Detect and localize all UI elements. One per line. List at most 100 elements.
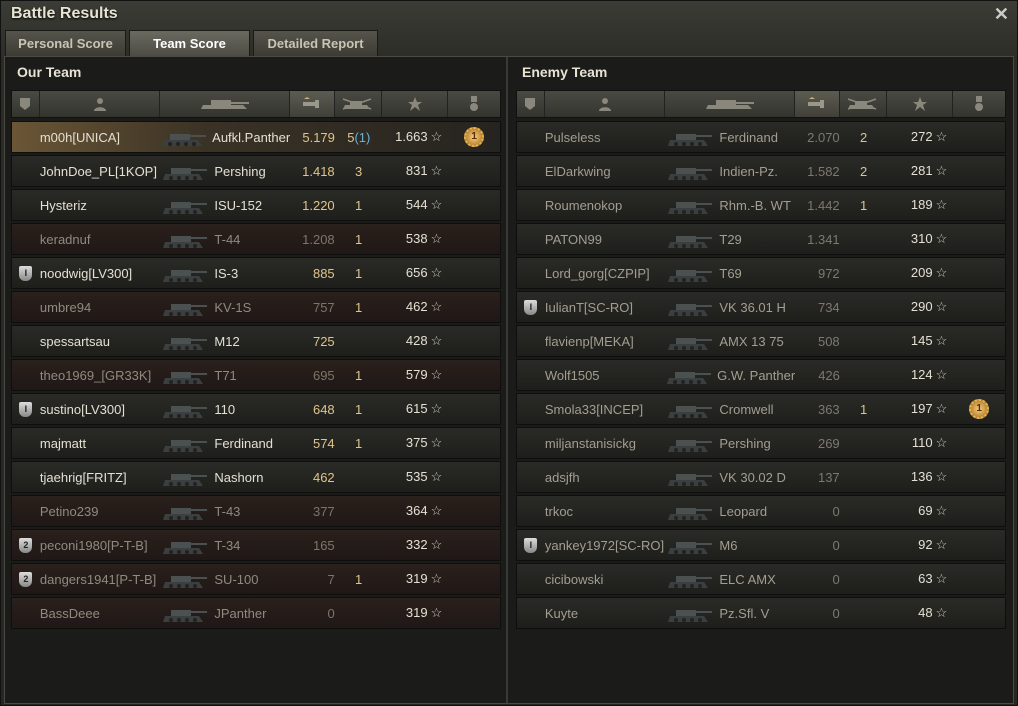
- damage-column-icon[interactable]: [794, 91, 840, 117]
- vehicle-cell: T69: [665, 259, 794, 287]
- table-row[interactable]: Lord_gorg[CZPIP] T69 972 209 ☆: [516, 257, 1006, 289]
- player-name[interactable]: IulianT[SC-RO]: [545, 300, 666, 315]
- table-row[interactable]: JohnDoe_PL[1KOP] Pershing 1.418 3 831 ☆: [11, 155, 501, 187]
- table-row[interactable]: I IulianT[SC-RO] VK 36.01 H 734 290 ☆: [516, 291, 1006, 323]
- player-column-icon[interactable]: [40, 91, 161, 117]
- xp-column-icon[interactable]: [887, 91, 954, 117]
- medal-column-icon[interactable]: [448, 91, 500, 117]
- medal-icon[interactable]: 1: [464, 127, 485, 147]
- class-badge-icon: I: [517, 299, 545, 315]
- player-name[interactable]: noodwig[LV300]: [40, 266, 161, 281]
- player-column-icon[interactable]: [545, 91, 666, 117]
- player-name[interactable]: PATON99: [545, 232, 666, 247]
- table-row[interactable]: adsjfh VK 30.02 D 137 136 ☆: [516, 461, 1006, 493]
- damage-value: 426: [818, 367, 840, 383]
- player-name[interactable]: sustino[LV300]: [40, 402, 161, 417]
- table-row[interactable]: Pulseless Ferdinand 2.070 2 272 ☆: [516, 121, 1006, 153]
- player-name[interactable]: tjaehrig[FRITZ]: [40, 470, 161, 485]
- table-row[interactable]: Hysteriz ISU-152 1.220 1 544 ☆: [11, 189, 501, 221]
- close-icon[interactable]: ✕: [994, 4, 1009, 25]
- kills-value: 1: [354, 571, 363, 587]
- table-row[interactable]: umbre94 KV-1S 757 1 462 ☆: [11, 291, 501, 323]
- table-row[interactable]: 2 dangers1941[P-T-B] SU-100 7 1 319 ☆: [11, 563, 501, 595]
- damage-value: 508: [817, 333, 840, 349]
- table-row[interactable]: Smola33[INCEP] Cromwell 363 1 197 ☆ 1: [516, 393, 1006, 425]
- player-name[interactable]: majmatt: [40, 436, 161, 451]
- damage-value: 5.179: [302, 129, 335, 145]
- star-icon: ☆: [430, 537, 443, 552]
- player-name[interactable]: Petino239: [40, 504, 161, 519]
- player-name[interactable]: m00h[UNICA]: [40, 130, 160, 145]
- star-icon: ☆: [935, 129, 948, 144]
- table-row[interactable]: Roumenokop Rhm.-B. WT 1.442 1 189 ☆: [516, 189, 1006, 221]
- table-row[interactable]: theo1969_[GR33K] T71 695 1 579 ☆: [11, 359, 501, 391]
- player-name[interactable]: peconi1980[P-T-B]: [40, 538, 161, 553]
- vehicle-column-icon[interactable]: [160, 91, 290, 117]
- player-name[interactable]: cicibowski: [545, 572, 666, 587]
- medal-column-icon[interactable]: [953, 91, 1005, 117]
- class-badge-icon: I: [517, 537, 545, 553]
- vehicle-name: Pershing: [719, 435, 771, 451]
- player-name[interactable]: Roumenokop: [545, 198, 666, 213]
- table-row[interactable]: Kuyte Pz.Sfl. V 0 48 ☆: [516, 597, 1006, 629]
- damage-column-icon[interactable]: [289, 91, 335, 117]
- xp-column-icon[interactable]: [382, 91, 449, 117]
- player-name[interactable]: Kuyte: [545, 606, 666, 621]
- table-row[interactable]: Inoodwig[LV300] IS-3 885 1 656 ☆: [11, 257, 501, 289]
- player-name[interactable]: Hysteriz: [40, 198, 161, 213]
- tank-icon: [160, 123, 208, 151]
- damage-value: 574: [312, 435, 335, 451]
- table-row[interactable]: tjaehrig[FRITZ] Nashorn 462 535 ☆: [11, 461, 501, 493]
- player-name[interactable]: trkoc: [545, 504, 666, 519]
- tank-icon: [665, 123, 715, 151]
- player-name[interactable]: theo1969_[GR33K]: [40, 368, 161, 383]
- player-name[interactable]: Smola33[INCEP]: [545, 402, 666, 417]
- table-row[interactable]: miljanstanisickg Pershing 269 110 ☆: [516, 427, 1006, 459]
- table-row[interactable]: majmatt Ferdinand 574 1 375 ☆: [11, 427, 501, 459]
- player-name[interactable]: Wolf1505: [545, 368, 665, 383]
- star-icon: ☆: [935, 299, 948, 314]
- tab-detailed-report[interactable]: Detailed Report: [253, 30, 378, 56]
- table-row[interactable]: PATON99 T29 1.341 310 ☆: [516, 223, 1006, 255]
- damage-value: 1.418: [302, 163, 335, 179]
- medal-icon[interactable]: 1: [969, 399, 990, 419]
- player-name[interactable]: umbre94: [40, 300, 161, 315]
- tab-team-score[interactable]: Team Score: [129, 30, 250, 56]
- player-name[interactable]: miljanstanisickg: [545, 436, 666, 451]
- player-name[interactable]: BassDeee: [40, 606, 161, 621]
- table-row[interactable]: Petino239 T-43 377 364 ☆: [11, 495, 501, 527]
- player-name[interactable]: ElDarkwing: [545, 164, 666, 179]
- player-name[interactable]: Lord_gorg[CZPIP]: [545, 266, 666, 281]
- table-row[interactable]: flavienp[MEKA] AMX 13 75 508 145 ☆: [516, 325, 1006, 357]
- table-row[interactable]: keradnuf T-44 1.208 1 538 ☆: [11, 223, 501, 255]
- table-row[interactable]: BassDeee JPanther 0 319 ☆: [11, 597, 501, 629]
- table-row[interactable]: trkoc Leopard 0 69 ☆: [516, 495, 1006, 527]
- player-name[interactable]: dangers1941[P-T-B]: [40, 572, 161, 587]
- badge-column-icon[interactable]: [12, 91, 40, 117]
- table-row[interactable]: cicibowski ELC AMX 0 63 ☆: [516, 563, 1006, 595]
- enemy-team-rows: Pulseless Ferdinand 2.070 2 272 ☆ ElDarkwing In…: [516, 121, 1006, 631]
- player-name[interactable]: keradnuf: [40, 232, 161, 247]
- player-name[interactable]: adsjfh: [545, 470, 666, 485]
- player-name[interactable]: yankey1972[SC-RO]: [545, 538, 666, 553]
- table-row[interactable]: Isustino[LV300] 110 648 1 615 ☆: [11, 393, 501, 425]
- vehicle-column-icon[interactable]: [665, 91, 795, 117]
- tank-icon: [160, 395, 210, 423]
- vehicle-cell: G.W. Panther: [665, 361, 795, 389]
- kills-column-icon[interactable]: [840, 91, 888, 117]
- star-icon: ☆: [935, 435, 948, 450]
- player-name[interactable]: Pulseless: [545, 130, 666, 145]
- table-row[interactable]: 2 peconi1980[P-T-B] T-34 165 332 ☆: [11, 529, 501, 561]
- player-name[interactable]: JohnDoe_PL[1KOP]: [40, 164, 161, 179]
- enemy-team-panel: Enemy Team Pulseless Ferdinand 2.070 2 272 ☆ E…: [510, 57, 1013, 703]
- table-row[interactable]: spessartsau M12 725 428 ☆: [11, 325, 501, 357]
- table-row[interactable]: ElDarkwing Indien-Pz. 1.582 2 281 ☆: [516, 155, 1006, 187]
- table-row[interactable]: m00h[UNICA] Aufkl.Panther 5.179 5(1) 1.663 ☆ 1: [11, 121, 501, 153]
- player-name[interactable]: flavienp[MEKA]: [545, 334, 666, 349]
- player-name[interactable]: spessartsau: [40, 334, 161, 349]
- table-row[interactable]: Wolf1505 G.W. Panther 426 124 ☆: [516, 359, 1006, 391]
- table-row[interactable]: Iyankey1972[SC-RO] M6 0 92 ☆: [516, 529, 1006, 561]
- kills-column-icon[interactable]: [335, 91, 383, 117]
- tab-personal-score[interactable]: Personal Score: [5, 30, 126, 56]
- badge-column-icon[interactable]: [517, 91, 545, 117]
